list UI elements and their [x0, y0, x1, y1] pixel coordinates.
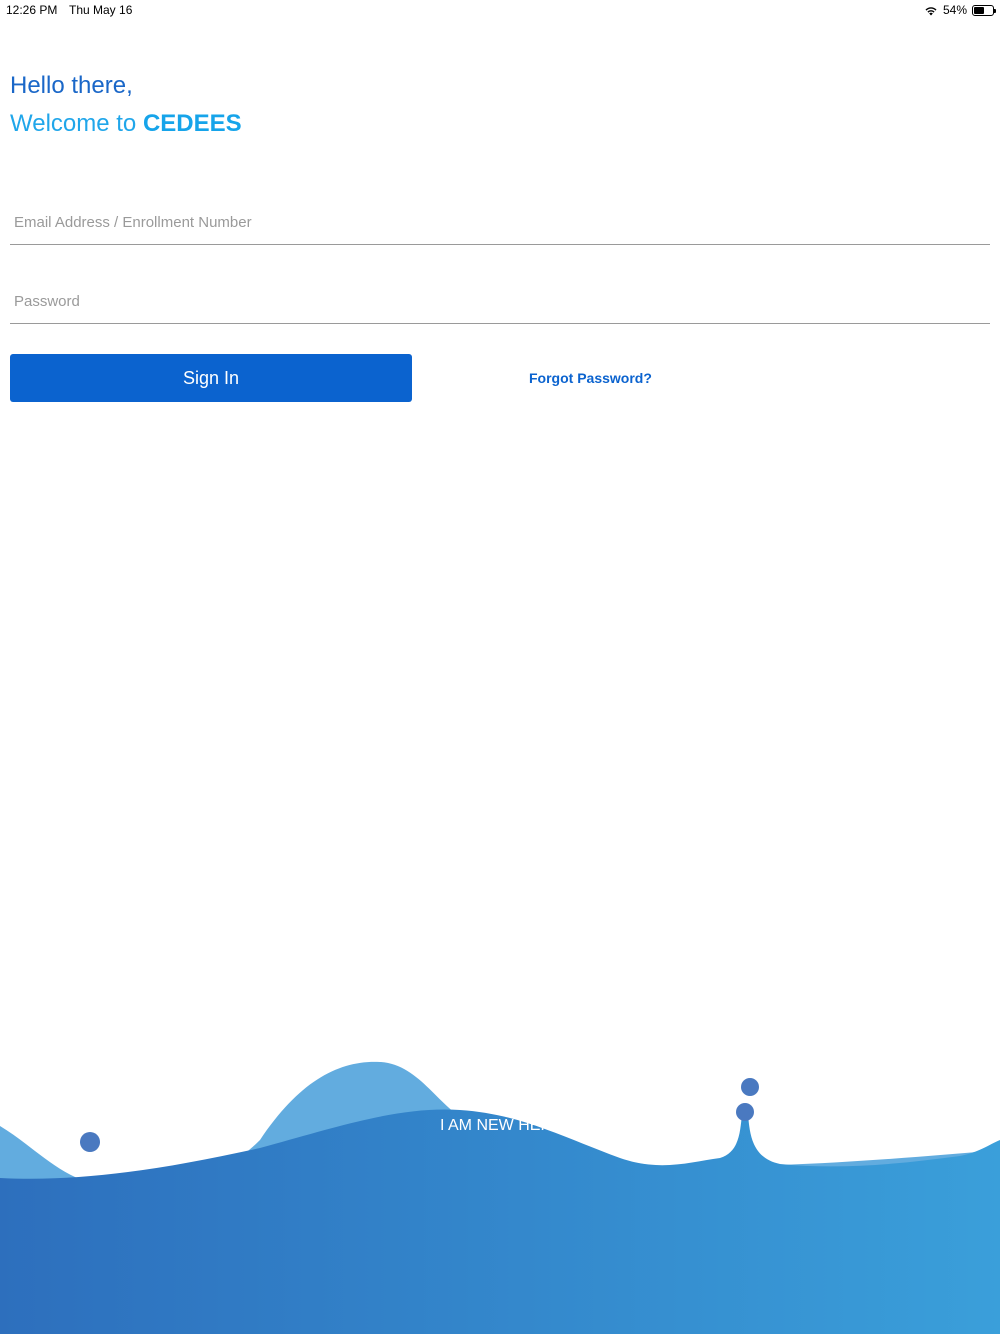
status-indicators: 54%	[924, 3, 996, 17]
forgot-password-link[interactable]: Forgot Password?	[529, 370, 652, 386]
bubble-right-top	[741, 1078, 759, 1096]
sign-in-button[interactable]: Sign In	[10, 354, 412, 402]
greeting-text: Hello there,	[10, 72, 133, 99]
status-bar: 12:26 PM Thu May 16 54%	[0, 0, 1000, 22]
bubble-left	[80, 1132, 100, 1152]
wifi-icon	[925, 6, 937, 15]
bubble-right-bottom	[736, 1103, 754, 1121]
new-here-link[interactable]: I AM NEW HERE	[440, 1117, 550, 1135]
password-field[interactable]	[10, 280, 990, 324]
welcome-prefix: Welcome to	[10, 110, 143, 137]
wave-front	[0, 1109, 1000, 1334]
battery-percent: 54%	[942, 3, 967, 17]
brand-name: CEDEES	[142, 110, 242, 137]
status-date: Thu May 16	[69, 3, 133, 17]
battery-fill	[974, 6, 984, 14]
wave-decoration	[0, 1061, 1000, 1334]
status-time: 12:26 PM	[6, 3, 58, 17]
login-screen: 12:26 PM Thu May 16 54% Hello there, Wel…	[0, 0, 1000, 1334]
battery-nub	[994, 8, 996, 13]
battery-icon	[972, 4, 996, 16]
welcome-text: Welcome to CEDEES	[10, 110, 242, 138]
email-field[interactable]	[10, 201, 990, 245]
